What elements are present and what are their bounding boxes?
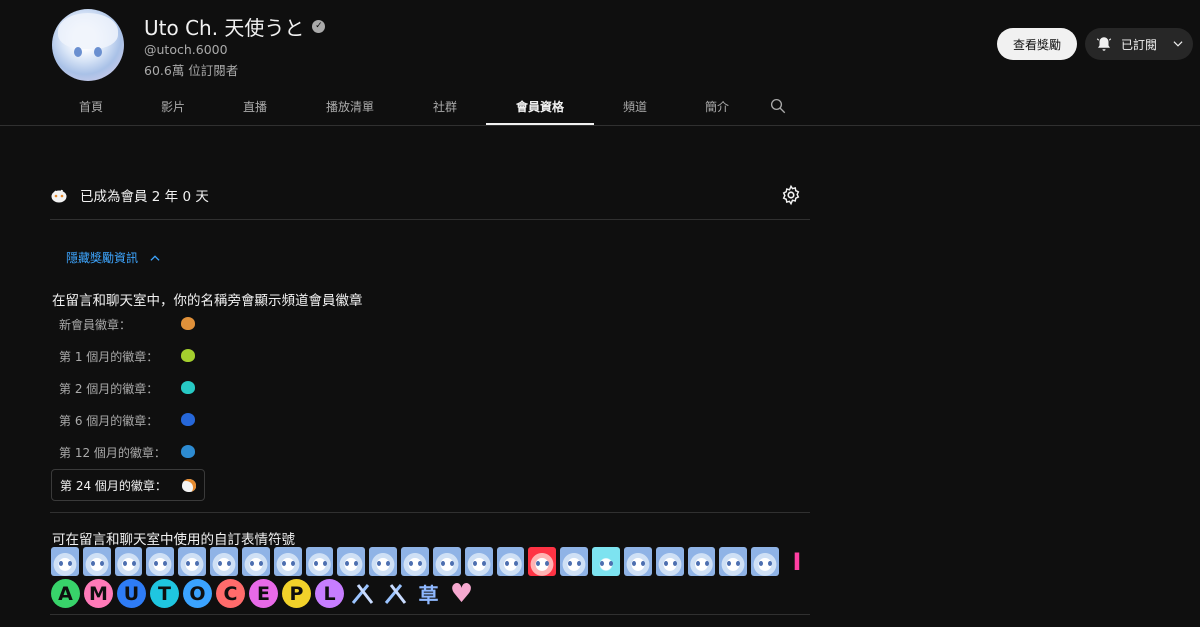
- custom-emoji[interactable]: [623, 547, 652, 576]
- custom-emoji[interactable]: [496, 547, 525, 576]
- custom-emoji[interactable]: [82, 547, 111, 576]
- letter-emoji[interactable]: C: [216, 579, 245, 608]
- emoji-heading: 可在留言和聊天室中使用的自訂表情符號: [52, 532, 295, 548]
- tab-community[interactable]: 社群: [404, 88, 486, 124]
- letter-emoji[interactable]: I: [783, 547, 811, 576]
- letter-emoji[interactable]: E: [249, 579, 278, 608]
- badge-icon: [181, 445, 195, 458]
- badge-row: 新會員徽章：: [51, 308, 205, 340]
- custom-emoji[interactable]: [719, 547, 748, 576]
- badge-row: 第 6 個月的徽章：: [51, 404, 205, 436]
- view-perks-button[interactable]: 查看獎勵: [997, 28, 1077, 60]
- custom-emoji[interactable]: [241, 547, 270, 576]
- membership-status-row: 已成為會員 2 年 0 天: [50, 180, 810, 210]
- verified-icon: ✓: [312, 20, 326, 33]
- emoji-row: A M U T O C E P L 草 ♥: [51, 579, 811, 609]
- sword-icon[interactable]: [348, 579, 377, 608]
- custom-emoji[interactable]: [655, 547, 684, 576]
- tab-channels[interactable]: 頻道: [594, 88, 676, 124]
- badge-icon: [182, 479, 196, 492]
- custom-emoji[interactable]: [178, 547, 207, 576]
- grass-emoji[interactable]: 草: [414, 579, 443, 608]
- badge-icon: [181, 381, 195, 394]
- tab-about[interactable]: 簡介: [676, 88, 758, 124]
- chevron-down-icon: [1173, 41, 1183, 47]
- gear-icon[interactable]: [780, 184, 802, 206]
- search-icon[interactable]: [758, 88, 798, 124]
- badge-icon: [181, 413, 195, 426]
- letter-emoji[interactable]: M: [84, 579, 113, 608]
- channel-handle: @utoch.6000: [144, 42, 228, 57]
- subscriber-count: 60.6萬 位訂閱者: [144, 63, 239, 78]
- custom-emoji[interactable]: [51, 547, 79, 576]
- tab-live[interactable]: 直播: [214, 88, 296, 124]
- badge-label: 新會員徽章：: [59, 317, 132, 332]
- letter-emoji[interactable]: P: [282, 579, 311, 608]
- badge-row-current: 第 24 個月的徽章：: [51, 469, 205, 501]
- channel-tabs: 首頁 影片 直播 播放清單 社群 會員資格 頻道 簡介: [50, 88, 798, 126]
- custom-emoji[interactable]: [401, 547, 429, 576]
- letter-emoji[interactable]: U: [117, 579, 146, 608]
- letter-emoji[interactable]: T: [150, 579, 179, 608]
- custom-emoji[interactable]: [369, 547, 398, 576]
- custom-emoji[interactable]: [528, 547, 557, 576]
- badge-icon: [181, 317, 195, 330]
- section-divider: [50, 219, 810, 220]
- custom-emoji[interactable]: [273, 547, 302, 576]
- badge-label: 第 6 個月的徽章：: [59, 413, 159, 428]
- section-divider: [50, 512, 810, 513]
- subscribed-label: 已訂閱: [1121, 37, 1158, 52]
- badge-row: 第 12 個月的徽章：: [51, 436, 205, 468]
- tab-playlists[interactable]: 播放清單: [296, 88, 404, 124]
- member-badge-icon: [51, 189, 67, 203]
- tab-membership[interactable]: 會員資格: [486, 88, 594, 125]
- membership-duration: 已成為會員 2 年 0 天: [80, 189, 209, 205]
- custom-emoji[interactable]: [560, 547, 589, 576]
- badge-label: 第 12 個月的徽章：: [59, 445, 166, 460]
- subscribed-button[interactable]: 已訂閱: [1085, 28, 1193, 60]
- badge-icon: [181, 349, 195, 362]
- badge-row: 第 2 個月的徽章：: [51, 372, 205, 404]
- custom-emoji[interactable]: [751, 547, 780, 576]
- chevron-up-icon: [150, 254, 160, 261]
- tab-home[interactable]: 首頁: [50, 88, 132, 124]
- badge-heading: 在留言和聊天室中，你的名稱旁會顯示頻道會員徽章: [52, 293, 363, 309]
- bell-icon: [1096, 37, 1112, 51]
- badge-label: 第 2 個月的徽章：: [59, 381, 159, 396]
- letter-emoji[interactable]: L: [315, 579, 344, 608]
- custom-emoji[interactable]: [146, 547, 175, 576]
- channel-name-text: Uto Ch. 天使うと: [144, 16, 305, 40]
- badge-label: 第 24 個月的徽章：: [60, 478, 167, 493]
- badge-row: 第 1 個月的徽章：: [51, 340, 205, 372]
- letter-emoji[interactable]: A: [51, 579, 80, 608]
- channel-avatar[interactable]: [52, 9, 124, 81]
- badge-label: 第 1 個月的徽章：: [59, 349, 159, 364]
- custom-emoji[interactable]: [432, 547, 461, 576]
- custom-emoji[interactable]: [687, 547, 716, 576]
- emoji-grid: I A M U T O C E P L 草 ♥: [51, 547, 811, 611]
- hide-perks-toggle[interactable]: 隱藏獎勵資訊: [66, 249, 162, 266]
- channel-name[interactable]: Uto Ch. 天使うと ✓: [144, 12, 326, 41]
- badge-list: 新會員徽章： 第 1 個月的徽章： 第 2 個月的徽章： 第 6 個月的徽章： …: [51, 308, 205, 501]
- custom-emoji[interactable]: [210, 547, 238, 576]
- custom-emoji[interactable]: [464, 547, 493, 576]
- swords-icon[interactable]: [381, 579, 410, 608]
- custom-emoji[interactable]: [592, 547, 620, 576]
- hide-perks-label: 隱藏獎勵資訊: [66, 251, 139, 265]
- letter-emoji[interactable]: O: [183, 579, 212, 608]
- tabs-divider: [0, 125, 1200, 126]
- heart-emoji[interactable]: ♥: [447, 579, 476, 609]
- emoji-row: I: [51, 547, 811, 576]
- custom-emoji[interactable]: [337, 547, 366, 576]
- section-divider: [50, 614, 810, 615]
- custom-emoji[interactable]: [305, 547, 334, 576]
- tab-videos[interactable]: 影片: [132, 88, 214, 124]
- custom-emoji[interactable]: [114, 547, 143, 576]
- channel-header: Uto Ch. 天使うと ✓ @utoch.6000 60.6萬 位訂閱者 查看…: [0, 0, 1200, 88]
